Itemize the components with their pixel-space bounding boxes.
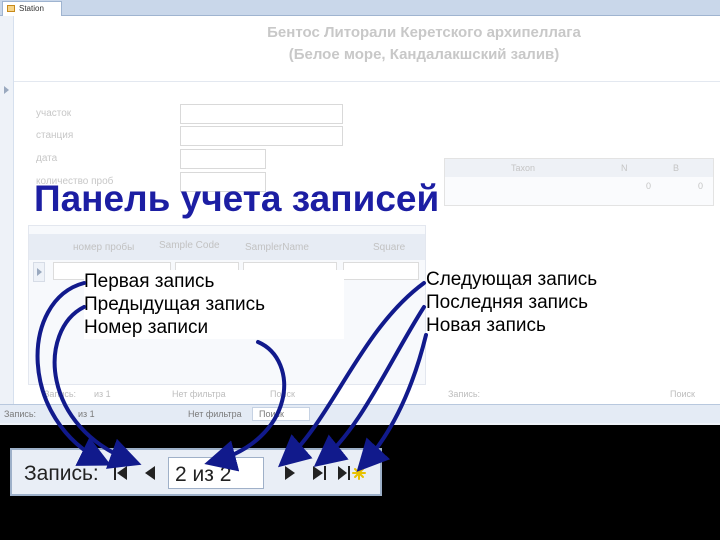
- first-record-button[interactable]: [108, 457, 134, 489]
- legend-last-record: Последняя запись: [426, 292, 588, 313]
- samples-record-navigator: Запись: из 1 Нет фильтра Поиск: [34, 386, 414, 402]
- previous-record-icon: [145, 466, 155, 480]
- record-number-input[interactable]: 2 из 2: [168, 457, 264, 489]
- samples-nav-filter[interactable]: Нет фильтра: [172, 389, 226, 399]
- plot-input[interactable]: [180, 104, 343, 124]
- samples-nav-search[interactable]: Поиск: [270, 389, 295, 399]
- new-record-button[interactable]: [334, 457, 368, 489]
- legend-left: Первая запись Предыдущая запись Номер за…: [84, 270, 344, 339]
- record-selector-strip[interactable]: [0, 16, 14, 408]
- main-nav-position[interactable]: из 1: [78, 409, 95, 419]
- previous-record-button[interactable]: [138, 457, 164, 489]
- station-input[interactable]: [180, 126, 343, 146]
- record-label: Запись:: [24, 462, 99, 485]
- main-record-navigator: Запись: из 1 Нет фильтра Поиск: [0, 404, 720, 423]
- form-title-line-2: (Белое море, Кандалакшский залив): [288, 46, 560, 63]
- taxa-header-b: B: [673, 163, 680, 173]
- first-record-icon: [114, 466, 127, 480]
- last-record-button[interactable]: [306, 457, 332, 489]
- record-selector-icon: [4, 86, 9, 94]
- form-icon: [7, 5, 15, 12]
- legend-previous-record: Предыдущая запись: [84, 294, 266, 315]
- main-nav-label: Запись:: [4, 409, 37, 419]
- taxa-record-navigator: Запись: Поиск: [444, 386, 714, 402]
- legend-right: Следующая запись Последняя запись Новая …: [426, 268, 671, 337]
- tab-station-label: Station: [19, 4, 44, 13]
- taxa-nav-label: Запись:: [448, 389, 481, 399]
- field-label-plot: участок: [36, 108, 72, 119]
- samples-row-selector[interactable]: [33, 262, 45, 282]
- legend-next-record: Следующая запись: [426, 269, 598, 290]
- taxa-header-taxon: Taxon: [511, 163, 536, 173]
- legend-first-record: Первая запись: [84, 271, 215, 292]
- form-title: Бентос Литорали Керетского архипеллага (…: [164, 22, 684, 66]
- taxa-row[interactable]: 0 0: [445, 177, 713, 193]
- tab-station[interactable]: Station: [2, 1, 62, 16]
- next-record-button[interactable]: [276, 457, 302, 489]
- record-navigator-zoomed: Запись: 2 из 2: [10, 448, 382, 496]
- legend-record-number: Номер записи: [84, 317, 209, 338]
- slide-title: Панель учета записей: [34, 178, 440, 219]
- last-record-icon: [313, 466, 326, 480]
- samples-nav-position[interactable]: из 1: [94, 389, 111, 399]
- main-nav-filter[interactable]: Нет фильтра: [188, 409, 242, 419]
- samples-header-square: Square: [373, 242, 406, 253]
- samples-header-row: номер пробы Sample Code SamplerName Squa…: [29, 234, 425, 260]
- taxa-cell-n: 0: [646, 181, 652, 191]
- main-nav-search-input[interactable]: Поиск: [252, 407, 310, 421]
- main-nav-search-placeholder: Поиск: [259, 409, 284, 419]
- form-header: Бентос Литорали Керетского архипеллага (…: [14, 16, 720, 82]
- taxa-nav-search[interactable]: Поиск: [670, 389, 695, 399]
- samples-nav-label: Запись:: [44, 389, 77, 399]
- form-title-line-1: Бентос Литорали Керетского архипеллага: [267, 24, 581, 41]
- samples-header-code: Sample Code: [159, 240, 220, 251]
- record-number-value: 2 из 2: [175, 463, 232, 486]
- taxa-header-n: N: [621, 163, 628, 173]
- new-record-icon: [338, 466, 366, 480]
- document-tab-bar: Station: [0, 0, 720, 16]
- legend-new-record: Новая запись: [426, 315, 546, 336]
- samples-cell-square[interactable]: [343, 262, 419, 280]
- taxa-header-row: Taxon N B: [445, 159, 713, 177]
- next-record-icon: [285, 466, 295, 480]
- samples-header-number: номер пробы: [73, 242, 135, 253]
- field-label-station: станция: [36, 130, 74, 141]
- taxa-cell-b: 0: [698, 181, 704, 191]
- taxa-subform: Taxon N B 0 0: [444, 158, 714, 206]
- date-input[interactable]: [180, 149, 266, 169]
- samples-header-sampler: SamplerName: [245, 242, 309, 253]
- field-label-date: дата: [36, 153, 58, 164]
